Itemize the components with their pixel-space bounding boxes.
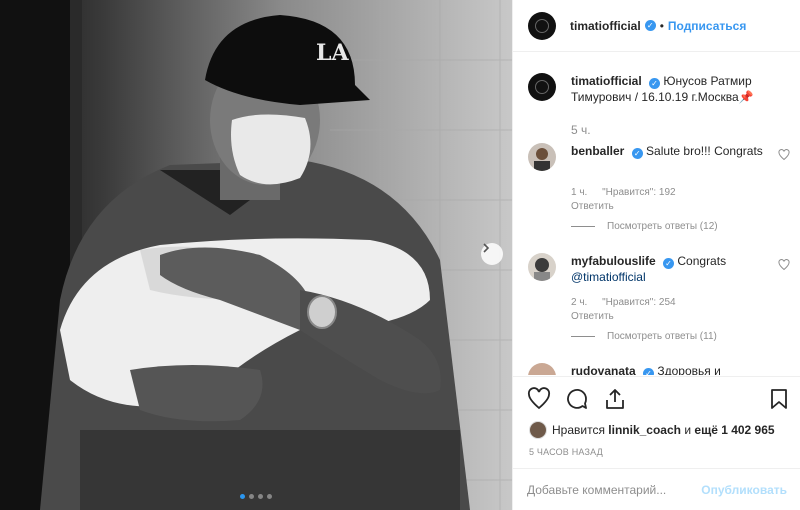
author-avatar[interactable] [528,11,556,40]
post-sidebar: timatiofficial ✓ • Подписаться timatioff… [512,0,800,510]
comment-like-heart-icon[interactable] [778,149,790,161]
comment-likes[interactable]: "Нравится": 254 [602,297,675,308]
verified-badge-icon: ✓ [643,368,655,375]
caption-username[interactable]: timatiofficial [571,74,642,88]
publish-button[interactable]: Опубликовать [701,483,787,497]
likes-count[interactable]: ещё 1 402 965 [694,423,774,437]
caption-avatar[interactable] [528,73,556,101]
comment-meta: 1 ч. "Нравится": 192 [571,187,688,198]
share-icon[interactable] [603,387,627,411]
next-photo-button[interactable] [481,243,503,265]
reply-button[interactable]: Ответить [571,201,614,212]
likes-summary: Нравится linnik_coach и ещё 1 402 965 [529,421,775,439]
verified-badge-icon: ✓ [649,78,661,89]
pin-emoji: 📌 [738,90,754,104]
comment-avatar[interactable] [528,363,556,375]
action-icons [527,387,627,411]
comment-text-block: benballer ✓ Salute bro!!! Congrats [571,143,771,159]
verified-badge-icon: ✓ [663,258,675,269]
posted-time[interactable]: 5 ЧАСОВ НАЗАД [529,447,603,457]
comment-text-block: rudovanata ✓ Здоровья и [571,363,771,375]
comment-text: Congrats [677,254,727,268]
comment-text: Здоровья и [657,364,721,375]
svg-text:LA: LA [316,40,349,66]
carousel-dot [249,494,254,499]
post-photo[interactable]: LA [0,0,512,510]
liker-avatar[interactable] [529,421,547,439]
view-replies-label: Посмотреть ответы (11) [607,331,717,342]
comment-time: 1 ч. [571,187,588,198]
view-replies-button[interactable]: Посмотреть ответы (12) [571,221,718,232]
comment-username[interactable]: benballer [571,144,624,158]
carousel-dot [258,494,263,499]
follow-button[interactable]: Подписаться [668,19,746,33]
chevron-right-icon [483,243,490,253]
actions-bar: Нравится linnik_coach и ещё 1 402 965 5 … [513,376,800,468]
carousel-dot [267,494,272,499]
reply-button[interactable]: Ответить [571,311,614,322]
bookmark-icon[interactable] [767,387,791,411]
comment-username[interactable]: myfabulouslife [571,254,656,268]
comment-text-block: myfabulouslife ✓ Congrats @timatiofficia… [571,253,771,285]
carousel-dot [240,494,245,499]
likes-middle: и [684,423,692,437]
comment-time: 2 ч. [571,297,588,308]
photo-illustration: LA [0,0,512,510]
view-replies-button[interactable]: Посмотреть ответы (11) [571,331,717,342]
author-username[interactable]: timatiofficial [570,19,641,33]
comment-text: Salute bro!!! Congrats [646,144,763,158]
header-separator: • [659,18,664,33]
carousel-dots [0,494,512,499]
caption-time: 5 ч. [571,123,591,137]
comment-like-heart-icon[interactable] [778,259,790,271]
view-replies-label: Посмотреть ответы (12) [607,221,718,232]
comment-icon[interactable] [565,387,589,411]
comment-input[interactable] [527,482,702,497]
heart-icon[interactable] [527,387,551,411]
caption-text-block: timatiofficial ✓ Юнусов Ратмир Тимурович… [571,73,771,105]
comment-username[interactable]: rudovanata [571,364,636,375]
post-modal: LA timatiofficial ✓ • Подписаться timati… [0,0,800,510]
comment-likes[interactable]: "Нравится": 192 [602,187,675,198]
comment-meta: 2 ч. "Нравится": 254 [571,297,688,308]
likes-prefix: Нравится [552,423,605,437]
verified-badge-icon: ✓ [644,20,656,31]
post-header: timatiofficial ✓ • Подписаться [513,0,800,52]
comment-avatar[interactable] [528,143,556,171]
verified-badge-icon: ✓ [631,148,643,159]
liker-username[interactable]: linnik_coach [608,423,681,437]
add-comment-bar: Опубликовать [513,468,800,510]
comment-mention-link[interactable]: @timatiofficial [571,270,646,284]
comments-list[interactable]: timatiofficial ✓ Юнусов Ратмир Тимурович… [513,53,800,375]
comment-avatar[interactable] [528,253,556,281]
